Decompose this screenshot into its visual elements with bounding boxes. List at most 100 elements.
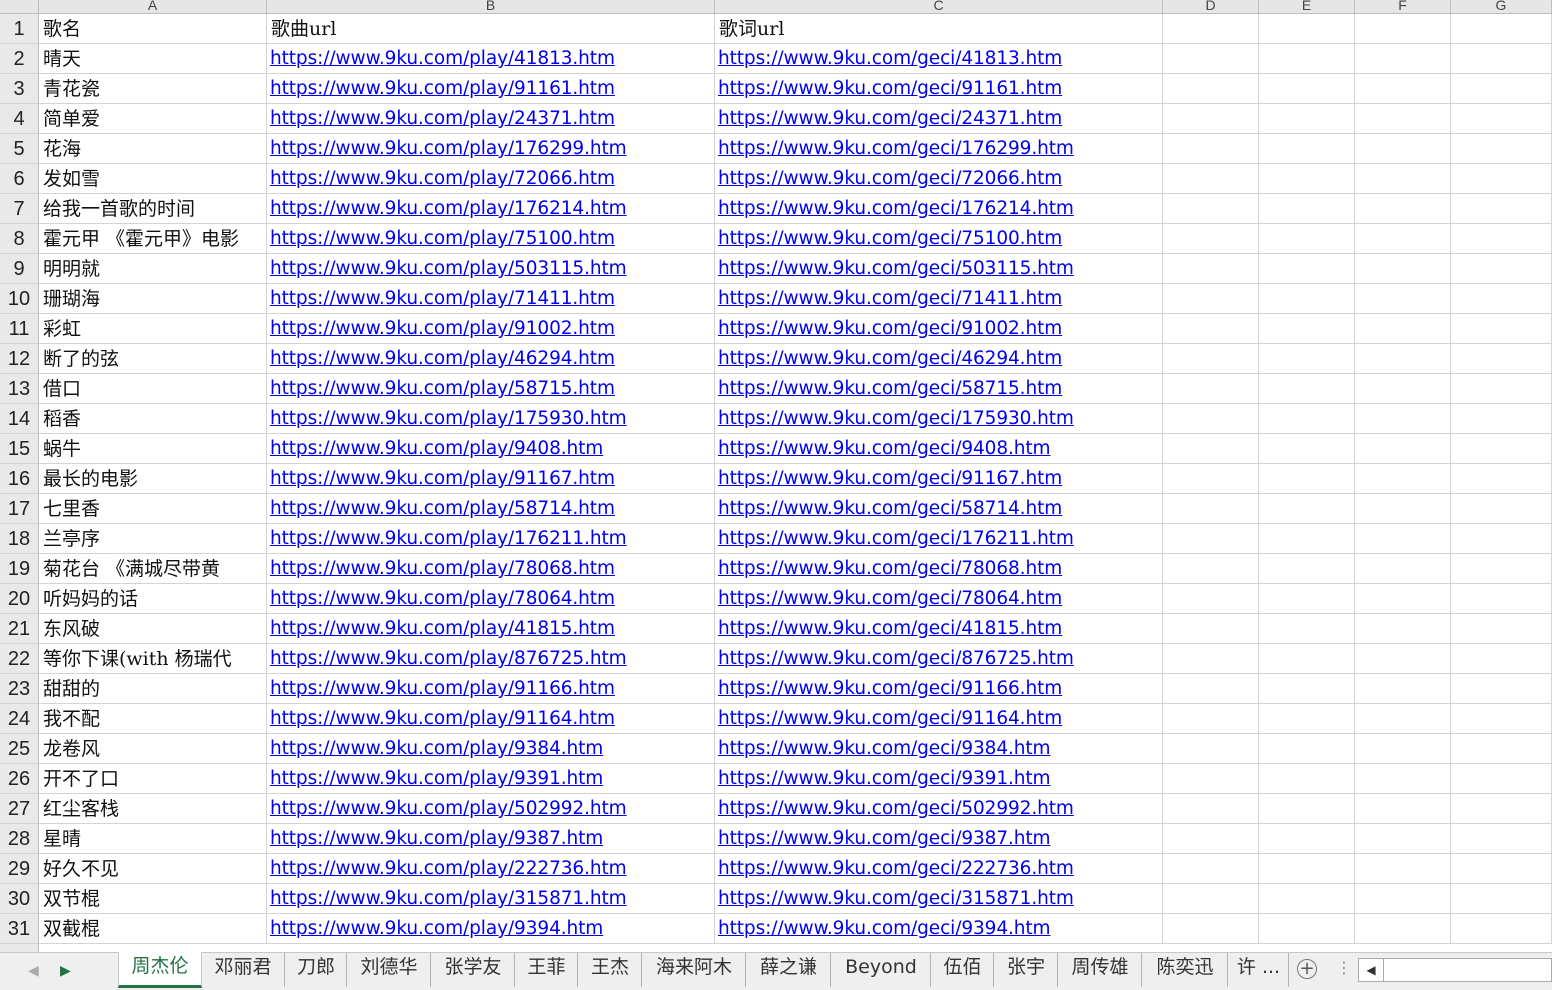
select-all-corner[interactable] [0,0,39,14]
empty-cell[interactable] [1163,314,1259,344]
row-header[interactable]: 12 [0,344,39,374]
empty-cell[interactable] [1355,824,1451,854]
song-name-cell[interactable]: 听妈妈的话 [39,584,267,614]
empty-cell[interactable] [1163,914,1259,944]
empty-cell[interactable] [1163,224,1259,254]
row-header[interactable]: 11 [0,314,39,344]
lyric-url-link[interactable]: https://www.9ku.com/geci/222736.htm [715,854,1163,884]
row-header[interactable]: 15 [0,434,39,464]
empty-cell[interactable] [1355,764,1451,794]
empty-cell[interactable] [1259,134,1355,164]
empty-cell[interactable] [1259,104,1355,134]
song-name-cell[interactable]: 菊花台 《满城尽带黄 [39,554,267,584]
lyric-url-link[interactable]: https://www.9ku.com/geci/41813.htm [715,44,1163,74]
row-header[interactable]: 23 [0,674,39,704]
row-header[interactable]: 28 [0,824,39,854]
empty-cell[interactable] [1355,434,1451,464]
lyric-url-link[interactable]: https://www.9ku.com/geci/58715.htm [715,374,1163,404]
lyric-url-link[interactable]: https://www.9ku.com/geci/176299.htm [715,134,1163,164]
empty-cell[interactable] [1163,584,1259,614]
row-header[interactable]: 21 [0,614,39,644]
empty-cell[interactable] [1355,464,1451,494]
row-header[interactable]: 24 [0,704,39,734]
empty-cell[interactable] [1163,854,1259,884]
song-name-cell[interactable]: 七里香 [39,494,267,524]
empty-cell[interactable] [1355,134,1451,164]
lyric-url-link[interactable]: https://www.9ku.com/geci/91002.htm [715,314,1163,344]
lyric-url-link[interactable]: https://www.9ku.com/geci/175930.htm [715,404,1163,434]
empty-cell[interactable] [1163,764,1259,794]
empty-cell[interactable] [1259,854,1355,884]
empty-cell[interactable] [1163,644,1259,674]
row-header[interactable]: 17 [0,494,39,524]
empty-cell[interactable] [1259,614,1355,644]
empty-cell[interactable] [1355,194,1451,224]
lyric-url-link[interactable]: https://www.9ku.com/geci/75100.htm [715,224,1163,254]
sheet-tab[interactable]: 王杰 [579,953,642,987]
song-name-cell[interactable]: 双节棍 [39,884,267,914]
empty-cell[interactable] [1451,644,1552,674]
empty-cell[interactable] [1259,734,1355,764]
song-name-cell[interactable]: 珊瑚海 [39,284,267,314]
empty-cell[interactable] [1259,194,1355,224]
empty-cell[interactable] [1259,674,1355,704]
lyric-url-link[interactable]: https://www.9ku.com/geci/9387.htm [715,824,1163,854]
row-header[interactable]: 8 [0,224,39,254]
song-name-cell[interactable]: 花海 [39,134,267,164]
song-name-cell[interactable]: 甜甜的 [39,674,267,704]
song-url-link[interactable]: https://www.9ku.com/play/503115.htm [267,254,715,284]
empty-cell[interactable] [1259,914,1355,944]
empty-cell[interactable] [1163,704,1259,734]
lyric-url-link[interactable]: https://www.9ku.com/geci/91167.htm [715,464,1163,494]
empty-cell[interactable] [1451,74,1552,104]
empty-cell[interactable] [1163,344,1259,374]
add-sheet-icon[interactable]: + [1297,959,1317,979]
song-url-link[interactable]: https://www.9ku.com/play/876725.htm [267,644,715,674]
empty-cell[interactable] [1163,734,1259,764]
song-url-link[interactable]: https://www.9ku.com/play/315871.htm [267,884,715,914]
empty-cell[interactable] [1259,554,1355,584]
song-url-link[interactable]: https://www.9ku.com/play/75100.htm [267,224,715,254]
row-header[interactable]: 31 [0,914,39,944]
song-url-link[interactable]: https://www.9ku.com/play/58715.htm [267,374,715,404]
empty-cell[interactable] [1355,104,1451,134]
empty-cell[interactable] [1355,14,1451,44]
tab-scroll-right-icon[interactable]: ▶ [60,963,71,979]
song-url-link[interactable]: https://www.9ku.com/play/176299.htm [267,134,715,164]
lyric-url-link[interactable]: https://www.9ku.com/geci/9384.htm [715,734,1163,764]
song-name-cell[interactable]: 开不了口 [39,764,267,794]
empty-cell[interactable] [1259,464,1355,494]
empty-cell[interactable] [1259,704,1355,734]
empty-cell[interactable] [1451,344,1552,374]
empty-cell[interactable] [1451,314,1552,344]
empty-cell[interactable] [1355,344,1451,374]
song-url-link[interactable]: https://www.9ku.com/play/9384.htm [267,734,715,764]
row-header[interactable]: 29 [0,854,39,884]
empty-cell[interactable] [1355,794,1451,824]
empty-cell[interactable] [1259,284,1355,314]
empty-cell[interactable] [1163,674,1259,704]
row-header[interactable]: 7 [0,194,39,224]
row-header[interactable]: 13 [0,374,39,404]
empty-cell[interactable] [1451,764,1552,794]
empty-cell[interactable] [1451,194,1552,224]
empty-cell[interactable] [1451,464,1552,494]
song-url-link[interactable]: https://www.9ku.com/play/72066.htm [267,164,715,194]
row-header[interactable]: 27 [0,794,39,824]
song-url-link[interactable]: https://www.9ku.com/play/91166.htm [267,674,715,704]
empty-cell[interactable] [1163,44,1259,74]
empty-cell[interactable] [1355,404,1451,434]
empty-cell[interactable] [1355,374,1451,404]
empty-cell[interactable] [1451,704,1552,734]
lyric-url-link[interactable]: https://www.9ku.com/geci/503115.htm [715,254,1163,284]
song-name-cell[interactable]: 等你下课(with 杨瑞代 [39,644,267,674]
empty-cell[interactable] [1451,734,1552,764]
sheet-tab[interactable]: 周杰伦 [118,952,202,988]
empty-cell[interactable] [1451,404,1552,434]
empty-cell[interactable] [1451,824,1552,854]
empty-cell[interactable] [1163,824,1259,854]
empty-cell[interactable] [1355,884,1451,914]
empty-cell[interactable] [1259,74,1355,104]
sheet-tab[interactable]: 王菲 [516,953,578,987]
song-url-link[interactable]: https://www.9ku.com/play/91161.htm [267,74,715,104]
